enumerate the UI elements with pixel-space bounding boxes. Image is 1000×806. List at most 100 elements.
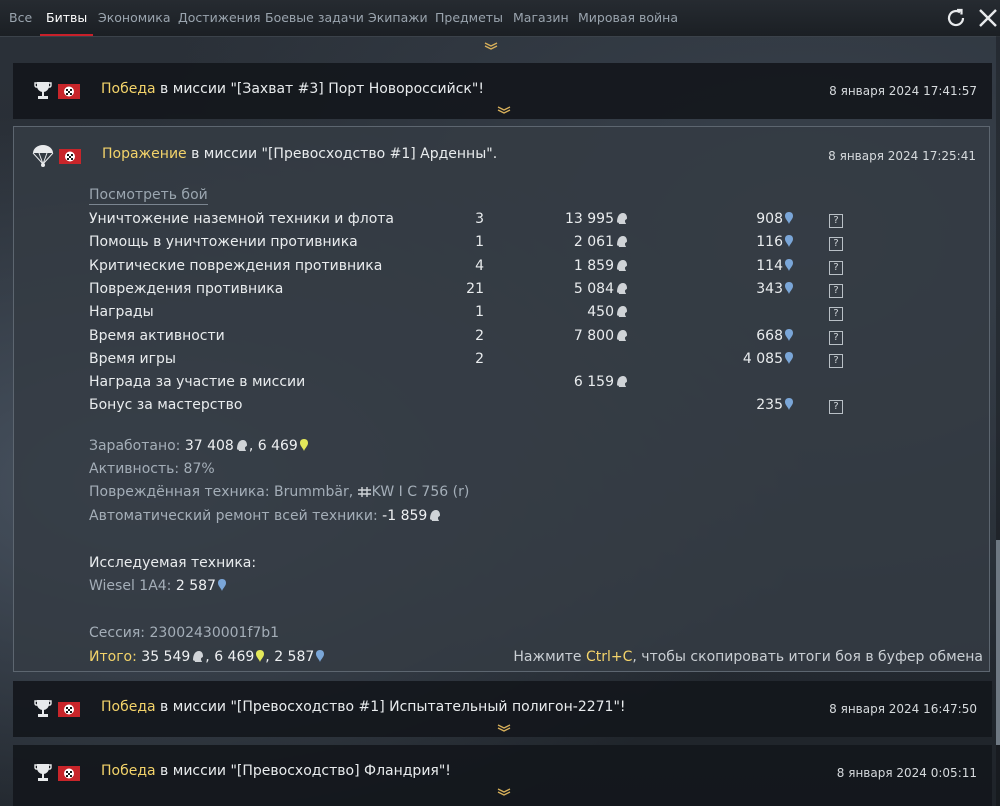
germany-flag-icon xyxy=(58,701,81,717)
reward-row: Повреждения противника 21 5 084 343? xyxy=(89,281,849,304)
silver-lion-icon xyxy=(617,282,627,294)
mission-row[interactable]: Победа в миссии "[Захват #3] Порт Новоро… xyxy=(13,63,992,119)
mission-title: Победа в миссии "[Превосходство] Фландри… xyxy=(101,763,451,779)
view-battle-link[interactable]: Посмотреть бой xyxy=(89,187,208,205)
result-icons xyxy=(33,762,81,784)
research-points-icon xyxy=(785,351,793,364)
tab-shop[interactable]: Магазин xyxy=(513,0,569,36)
tab-bar: Все Битвы Экономика Достижения Боевые за… xyxy=(0,0,1000,37)
tab-items[interactable]: Предметы xyxy=(435,0,503,36)
reward-row: Награды 1 450? xyxy=(89,304,849,327)
reward-silver: 2 061 xyxy=(529,234,629,250)
chevron-down-icon[interactable] xyxy=(497,788,511,796)
help-icon[interactable]: ? xyxy=(829,330,843,345)
auto-repair-line: Автоматический ремонт всей техники: -1 8… xyxy=(89,508,442,524)
damaged-vehicles-line: Повреждённая техника: Brummbär, KW I C 7… xyxy=(89,484,470,500)
help-icon[interactable]: ? xyxy=(829,283,843,298)
result-icons xyxy=(33,698,81,720)
reward-name: Бонус за мастерство xyxy=(89,397,243,414)
germany-flag-icon xyxy=(59,148,82,164)
silver-lion-icon xyxy=(617,376,627,388)
session-line: Сессия: 23002430001f7b1 xyxy=(89,625,280,641)
help-icon[interactable]: ? xyxy=(829,237,843,252)
activity-line: Активность: 87% xyxy=(89,461,215,477)
research-points-icon xyxy=(256,650,265,662)
parachute-icon xyxy=(32,145,54,167)
mission-date: 8 января 2024 17:25:41 xyxy=(828,149,976,163)
mission-details-panel: Поражение в миссии "[Превосходство #1] А… xyxy=(13,126,990,672)
reward-name: Критические повреждения противника xyxy=(89,257,383,274)
tab-crews[interactable]: Экипажи xyxy=(368,0,428,36)
close-button[interactable] xyxy=(976,6,1000,30)
germany-flag-icon xyxy=(58,765,81,781)
silver-lion-icon xyxy=(617,213,627,224)
tab-achievements[interactable]: Достижения xyxy=(178,0,260,36)
reward-row: Помощь в уничтожении противника 1 2 061 116… xyxy=(89,234,849,257)
reward-research: 668 xyxy=(689,328,794,344)
research-line: Wiesel 1A4: 2 587 xyxy=(89,578,227,594)
tab-world-war[interactable]: Мировая война xyxy=(578,0,678,36)
reward-research: 4 085 xyxy=(689,351,794,367)
reward-row: Критические повреждения противника 4 1 859… xyxy=(89,258,849,281)
tab-all[interactable]: Все xyxy=(9,0,32,36)
help-icon[interactable]: ? xyxy=(829,353,843,368)
mission-row[interactable]: Победа в миссии "[Превосходство #1] Испы… xyxy=(13,681,992,737)
reward-research: 235 xyxy=(689,397,794,413)
reward-count: 3 xyxy=(475,211,484,227)
trophy-icon xyxy=(34,700,52,717)
reward-row: Награда за участие в миссии 6 159 xyxy=(89,374,849,397)
reward-silver: 5 084 xyxy=(529,281,629,297)
chevron-down-icon[interactable] xyxy=(484,42,498,50)
tab-battles[interactable]: Битвы xyxy=(39,0,94,36)
reward-silver: 7 800 xyxy=(529,328,629,344)
help-icon[interactable]: ? xyxy=(829,307,843,322)
help-icon[interactable]: ? xyxy=(829,214,843,228)
mission-row[interactable]: Победа в миссии "[Превосходство] Фландри… xyxy=(13,745,992,806)
silver-lion-icon xyxy=(193,651,204,662)
reward-count: 21 xyxy=(466,280,484,297)
tab-economy[interactable]: Экономика xyxy=(98,0,171,36)
research-points-icon xyxy=(785,281,793,294)
research-points-icon xyxy=(785,235,793,248)
scrollbar-thumb[interactable] xyxy=(996,540,1000,745)
research-points-icon xyxy=(299,439,308,451)
silver-lion-icon xyxy=(430,510,441,521)
research-points-icon xyxy=(785,212,793,224)
reward-row: Бонус за мастерство 235? xyxy=(89,397,849,420)
chevron-down-icon[interactable] xyxy=(497,724,511,732)
refresh-button[interactable] xyxy=(944,6,968,30)
reward-name: Время активности xyxy=(89,327,225,344)
help-icon[interactable]: ? xyxy=(829,260,843,275)
reward-name: Награда за участие в миссии xyxy=(89,374,306,391)
result-word: Победа xyxy=(101,699,156,715)
research-points-icon xyxy=(785,328,793,341)
chevron-down-icon[interactable] xyxy=(497,106,511,114)
copy-hint: Нажмите Ctrl+C, чтобы скопировать итоги … xyxy=(513,649,983,665)
research-label: Исследуемая техника: xyxy=(89,555,257,571)
reward-research: 116 xyxy=(689,234,794,250)
reward-name: Повреждения противника xyxy=(89,280,284,297)
reward-research: 343 xyxy=(689,281,794,297)
reward-count: 4 xyxy=(475,257,484,274)
reward-count: 1 xyxy=(475,304,484,321)
tank-icon xyxy=(357,487,371,497)
silver-lion-icon xyxy=(236,440,247,451)
research-points-icon xyxy=(316,650,325,662)
silver-lion-icon xyxy=(617,329,627,341)
mission-title: Победа в миссии "[Захват #3] Порт Новоро… xyxy=(101,81,484,97)
reward-row: Время активности 2 7 800 668? xyxy=(89,328,849,351)
silver-lion-icon xyxy=(617,306,627,318)
mission-title: Поражение в миссии "[Превосходство #1] А… xyxy=(102,146,498,162)
help-icon[interactable]: ? xyxy=(829,400,843,415)
result-word: Победа xyxy=(101,763,156,779)
trophy-icon xyxy=(34,764,52,781)
reward-research: 114 xyxy=(689,258,794,274)
mission-title: Победа в миссии "[Превосходство #1] Испы… xyxy=(101,699,626,715)
result-word: Победа xyxy=(101,81,156,97)
close-icon xyxy=(979,9,997,27)
tab-battle-tasks[interactable]: Боевые задачи xyxy=(265,0,364,36)
reward-count: 2 xyxy=(475,350,484,367)
reward-silver: 13 995 xyxy=(529,211,629,227)
reward-count: 2 xyxy=(475,327,484,344)
reward-row: Уничтожение наземной техники и флота 3 13 … xyxy=(89,211,849,234)
